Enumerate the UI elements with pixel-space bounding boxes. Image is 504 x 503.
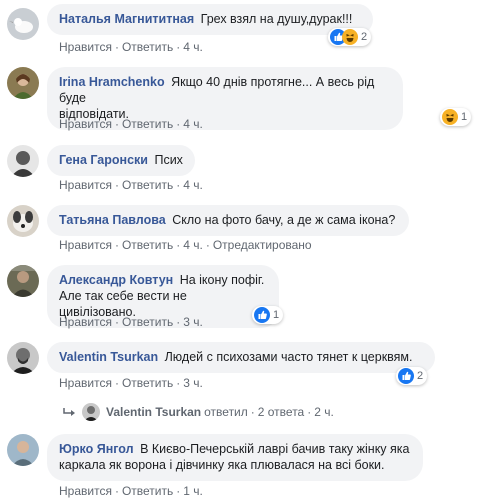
comment-time[interactable]: 3 ч.: [183, 315, 203, 329]
reactions-badge[interactable]: 1: [440, 108, 472, 126]
comment-time[interactable]: 4 ч.: [183, 117, 203, 131]
haha-reaction-icon: [442, 109, 458, 125]
avatar[interactable]: [7, 145, 39, 177]
comment-bubble: Valentin Tsurkan Людей с психозами часто…: [47, 342, 435, 373]
comment: Irina Hramchenko Якщо 40 днів протягне..…: [7, 67, 497, 131]
comment-author[interactable]: Наталья Магнититная: [59, 12, 194, 26]
reply-time[interactable]: 2 ч.: [314, 405, 334, 419]
comment-time[interactable]: 3 ч.: [183, 376, 203, 390]
like-link[interactable]: Нравится: [59, 484, 112, 498]
reply-link[interactable]: Ответить: [122, 315, 173, 329]
reactions-badge[interactable]: 2: [396, 367, 428, 385]
comment-time[interactable]: 4 ч.: [183, 238, 203, 252]
reply-arrow-icon: [63, 408, 75, 416]
comment: Наталья Магнититная Грех взял на душу,ду…: [7, 4, 497, 54]
comment-author[interactable]: Александр Ковтун: [59, 273, 173, 287]
avatar[interactable]: [7, 265, 39, 297]
comment-text: Грех взял на душу,дурак!!!: [200, 12, 353, 26]
reply-link[interactable]: Ответить: [122, 117, 173, 131]
reply-author[interactable]: Valentin Tsurkan: [106, 405, 201, 419]
comment-text: Скло на фото бачу, а де ж сама ікона?: [172, 213, 396, 227]
comment-bubble: Наталья Магнититная Грех взял на душу,ду…: [47, 4, 373, 35]
comment: Татьяна Павлова Скло на фото бачу, а де …: [7, 205, 497, 255]
comment-time[interactable]: 1 ч.: [183, 484, 203, 498]
comment-text: Людей с психозами часто тянет к церквям.: [164, 350, 413, 364]
reaction-count: 2: [361, 31, 368, 43]
like-reaction-icon: [254, 307, 270, 323]
like-link[interactable]: Нравится: [59, 40, 112, 54]
comment-bubble: Юрко Янгол В Києво-Печерській лаврі бачи…: [47, 434, 423, 481]
like-link[interactable]: Нравится: [59, 315, 112, 329]
avatar[interactable]: [7, 434, 39, 466]
comment-text: Псих: [154, 153, 183, 167]
comment-actions: Нравится · Ответить · 4 ч. · Отредактировано: [59, 238, 312, 252]
avatar[interactable]: [7, 342, 39, 374]
haha-reaction-icon: [342, 29, 358, 45]
comment-author[interactable]: Irina Hramchenko: [59, 75, 165, 89]
comment: Гена Гаронски Псих Нравится · Ответить · 4 ч…: [7, 145, 497, 195]
comment-author[interactable]: Татьяна Павлова: [59, 213, 166, 227]
reply-avatar: [82, 403, 100, 421]
reaction-count: 1: [461, 111, 468, 123]
like-link[interactable]: Нравится: [59, 238, 112, 252]
reply-action: ответил: [204, 405, 248, 419]
edited-label[interactable]: Отредактировано: [213, 238, 312, 252]
comment-bubble: Татьяна Павлова Скло на фото бачу, а де …: [47, 205, 409, 236]
comment-actions: Нравится · Ответить · 4 ч.: [59, 117, 203, 131]
comment-actions: Нравится · Ответить · 4 ч.: [59, 178, 203, 192]
like-link[interactable]: Нравится: [59, 376, 112, 390]
avatar[interactable]: [7, 205, 39, 237]
reply-link[interactable]: Ответить: [122, 484, 173, 498]
reactions-badge[interactable]: 2: [328, 28, 372, 46]
comment-actions: Нравится · Ответить · 4 ч.: [59, 40, 203, 54]
comment-author[interactable]: Гена Гаронски: [59, 153, 148, 167]
comment-text: В Києво-Печерській лаврі бачив таку жінк…: [140, 442, 410, 456]
like-link[interactable]: Нравится: [59, 117, 112, 131]
like-reaction-icon: [398, 368, 414, 384]
reactions-badge[interactable]: 1: [252, 306, 284, 324]
comment-time[interactable]: 4 ч.: [183, 40, 203, 54]
avatar[interactable]: [7, 67, 39, 99]
avatar[interactable]: [7, 8, 39, 40]
reply-count[interactable]: 2 ответа: [258, 405, 304, 419]
replies-summary[interactable]: Valentin Tsurkan ответил · 2 ответа · 2 …: [62, 402, 334, 422]
reply-link[interactable]: Ответить: [122, 40, 173, 54]
reply-link[interactable]: Ответить: [122, 238, 173, 252]
comment-actions: Нравится · Ответить · 3 ч.: [59, 376, 203, 390]
reply-link[interactable]: Ответить: [122, 178, 173, 192]
comment-text-continued: каркала як ворона і дівчинку яка плювала…: [59, 458, 385, 472]
reaction-count: 2: [417, 370, 424, 382]
reaction-count: 1: [273, 309, 280, 321]
comment: Александр Ковтун На ікону пофіг. Але так…: [7, 265, 497, 331]
comment-actions: Нравится · Ответить · 3 ч.: [59, 315, 203, 329]
reply-link[interactable]: Ответить: [122, 376, 173, 390]
like-link[interactable]: Нравится: [59, 178, 112, 192]
comment: Юрко Янгол В Києво-Печерській лаврі бачи…: [7, 434, 497, 498]
comment-bubble: Гена Гаронски Псих: [47, 145, 195, 176]
comment-text: На ікону пофіг.: [179, 273, 265, 287]
comment-actions: Нравится · Ответить · 1 ч.: [59, 484, 203, 498]
comment-time[interactable]: 4 ч.: [183, 178, 203, 192]
comment-author[interactable]: Valentin Tsurkan: [59, 350, 158, 364]
comment-author[interactable]: Юрко Янгол: [59, 442, 134, 456]
comment: Valentin Tsurkan Людей с психозами часто…: [7, 342, 497, 396]
